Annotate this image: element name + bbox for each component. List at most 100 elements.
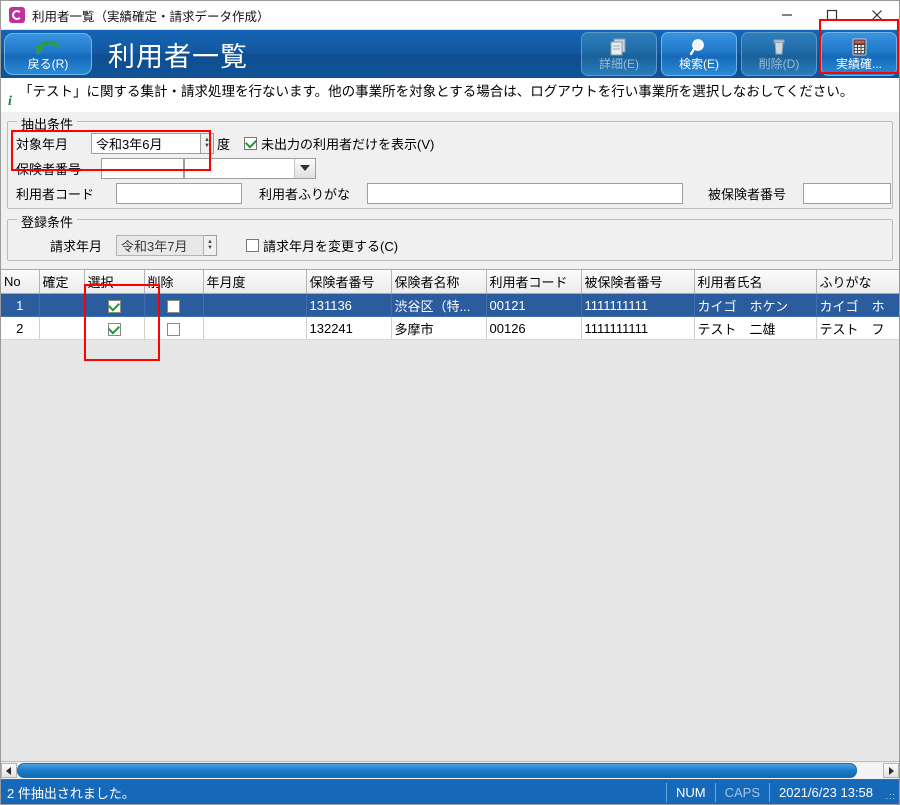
- sentaku-check-icon: [108, 300, 121, 313]
- window-title: 利用者一覧（実績確定・請求データ作成）: [32, 6, 764, 25]
- col-user-code[interactable]: 利用者コード: [486, 270, 581, 294]
- search-button-label: 検索(E): [679, 58, 719, 71]
- insured-no-label: 被保険者番号: [708, 184, 803, 203]
- insurer-no-label: 保険者番号: [16, 159, 101, 178]
- col-sentaku[interactable]: 選択: [84, 270, 144, 294]
- user-kana-label: 利用者ふりがな: [259, 184, 367, 203]
- change-billing-ym-check-icon: [246, 239, 259, 252]
- insured-no-input[interactable]: [803, 183, 891, 204]
- detail-pages-icon: [609, 37, 629, 56]
- info-icon: i: [1, 81, 19, 110]
- cell-furigana: テスト フ: [816, 317, 899, 340]
- page-title: 利用者一覧: [108, 35, 577, 74]
- col-kakutei[interactable]: 確定: [39, 270, 84, 294]
- billing-ym-label: 請求年月: [50, 236, 116, 255]
- back-button[interactable]: 戻る(R): [4, 33, 92, 75]
- scroll-thumb[interactable]: [17, 763, 857, 778]
- register-conditions-group: 登録条件 請求年月 ▲▼ 請求年月を変更する(C): [7, 219, 893, 261]
- cell-sentaku[interactable]: [84, 317, 144, 340]
- delete-button-label: 削除(D): [759, 58, 800, 71]
- jisseki-confirm-button-label: 実績確...: [836, 58, 882, 71]
- application-window: 利用者一覧（実績確定・請求データ作成） 戻る(R) 利用者一覧: [0, 0, 900, 805]
- user-list-table: No 確定 選択 削除 年月度 保険者番号 保険者名称 利用者コード 被保険者番…: [1, 270, 899, 340]
- extract-conditions-group: 抽出条件 対象年月 ▲▼ 度 未出力の利用者だけを表示(V) 保険者番号: [7, 121, 893, 209]
- cell-kakutei: [39, 294, 84, 317]
- status-bar: 2 件抽出されました。 NUM CAPS 2021/6/23 13:58 .::: [1, 779, 899, 804]
- billing-ym-spinner[interactable]: ▲▼: [204, 235, 217, 256]
- horizontal-scrollbar[interactable]: [1, 761, 899, 779]
- col-nengetsudo[interactable]: 年月度: [203, 270, 306, 294]
- col-insurer-name[interactable]: 保険者名称: [391, 270, 486, 294]
- col-insured-no[interactable]: 被保険者番号: [581, 270, 694, 294]
- extract-conditions-legend: 抽出条件: [17, 114, 77, 133]
- cell-insurer-name: 渋谷区（特...: [391, 294, 486, 317]
- minimize-icon[interactable]: [764, 1, 809, 29]
- status-message: 2 件抽出されました。: [1, 783, 666, 802]
- cell-insurer-no: 131136: [306, 294, 391, 317]
- col-no[interactable]: No: [1, 270, 39, 294]
- jisseki-confirm-button[interactable]: 実績確...: [821, 32, 897, 76]
- window-controls: [764, 1, 899, 29]
- maximize-icon[interactable]: [809, 1, 854, 29]
- detail-button-label: 詳細(E): [599, 58, 639, 71]
- billing-ym-input[interactable]: [116, 235, 204, 256]
- register-conditions-legend: 登録条件: [17, 212, 77, 231]
- col-insurer-no[interactable]: 保険者番号: [306, 270, 391, 294]
- cell-insured-no: 1111111111: [581, 317, 694, 340]
- cell-sentaku[interactable]: [84, 294, 144, 317]
- sakujo-check-icon: [167, 323, 180, 336]
- info-message-text: 「テスト」に関する集計・請求処理を行ないます。他の事業所を対象とする場合は、ログ…: [19, 81, 857, 102]
- cell-sakujo[interactable]: [144, 317, 203, 340]
- chevron-right-icon[interactable]: [883, 763, 899, 778]
- info-message-row: i 「テスト」に関する集計・請求処理を行ないます。他の事業所を対象とする場合は、…: [1, 78, 899, 112]
- cell-user-name: カイゴ ホケン: [694, 294, 816, 317]
- show-unprinted-label: 未出力の利用者だけを表示(V): [261, 134, 434, 153]
- cell-user-code: 00121: [486, 294, 581, 317]
- target-ym-spinner[interactable]: ▲▼: [201, 133, 214, 154]
- detail-button[interactable]: 詳細(E): [581, 32, 657, 76]
- sakujo-check-icon: [167, 300, 180, 313]
- user-code-input[interactable]: [116, 183, 242, 204]
- chevron-down-icon: [294, 159, 315, 178]
- cell-nengetsudo: [203, 294, 306, 317]
- cell-no: 1: [1, 294, 39, 317]
- cell-insurer-name: 多摩市: [391, 317, 486, 340]
- insurer-name-combo[interactable]: [184, 158, 316, 179]
- resize-grip-icon[interactable]: .::: [882, 782, 899, 803]
- status-datetime: 2021/6/23 13:58: [769, 783, 882, 802]
- cell-insured-no: 1111111111: [581, 294, 694, 317]
- cell-user-name: テスト 二雄: [694, 317, 816, 340]
- app-circle-icon: [9, 7, 25, 23]
- change-billing-ym-checkbox[interactable]: 請求年月を変更する(C): [246, 236, 398, 255]
- user-kana-input[interactable]: [367, 183, 683, 204]
- billing-ym-row: 請求年月 ▲▼ 請求年月を変更する(C): [8, 232, 892, 258]
- target-ym-input[interactable]: [91, 133, 201, 154]
- table-row[interactable]: 1 131136 渋谷区（特... 00121 1111111111 カイゴ ホ…: [1, 294, 899, 317]
- insurer-no-input[interactable]: [101, 158, 184, 179]
- calculator-icon: [849, 37, 869, 56]
- back-arrow-icon: [34, 37, 62, 57]
- grid-empty-area: [1, 340, 899, 761]
- cell-nengetsudo: [203, 317, 306, 340]
- show-unprinted-check-icon: [244, 137, 257, 150]
- chevron-left-icon[interactable]: [1, 763, 17, 778]
- toolbar: 詳細(E) 検索(E) 削除(D): [577, 32, 897, 76]
- delete-button[interactable]: 削除(D): [741, 32, 817, 76]
- close-icon[interactable]: [854, 1, 899, 29]
- back-button-label: 戻る(R): [28, 58, 69, 70]
- user-code-row: 利用者コード 利用者ふりがな 被保険者番号: [8, 180, 892, 206]
- cell-user-code: 00126: [486, 317, 581, 340]
- insurer-no-row: 保険者番号: [8, 156, 892, 180]
- cell-furigana: カイゴ ホ: [816, 294, 899, 317]
- table-row[interactable]: 2 132241 多摩市 00126 1111111111 テスト 二雄 テスト…: [1, 317, 899, 340]
- col-sakujo[interactable]: 削除: [144, 270, 203, 294]
- scroll-track[interactable]: [17, 763, 883, 778]
- cell-sakujo[interactable]: [144, 294, 203, 317]
- sentaku-check-icon: [108, 323, 121, 336]
- trash-icon: [769, 37, 789, 56]
- status-caps: CAPS: [715, 783, 769, 802]
- show-unprinted-checkbox[interactable]: 未出力の利用者だけを表示(V): [244, 134, 434, 153]
- col-furigana[interactable]: ふりがな: [816, 270, 899, 294]
- col-user-name[interactable]: 利用者氏名: [694, 270, 816, 294]
- search-button[interactable]: 検索(E): [661, 32, 737, 76]
